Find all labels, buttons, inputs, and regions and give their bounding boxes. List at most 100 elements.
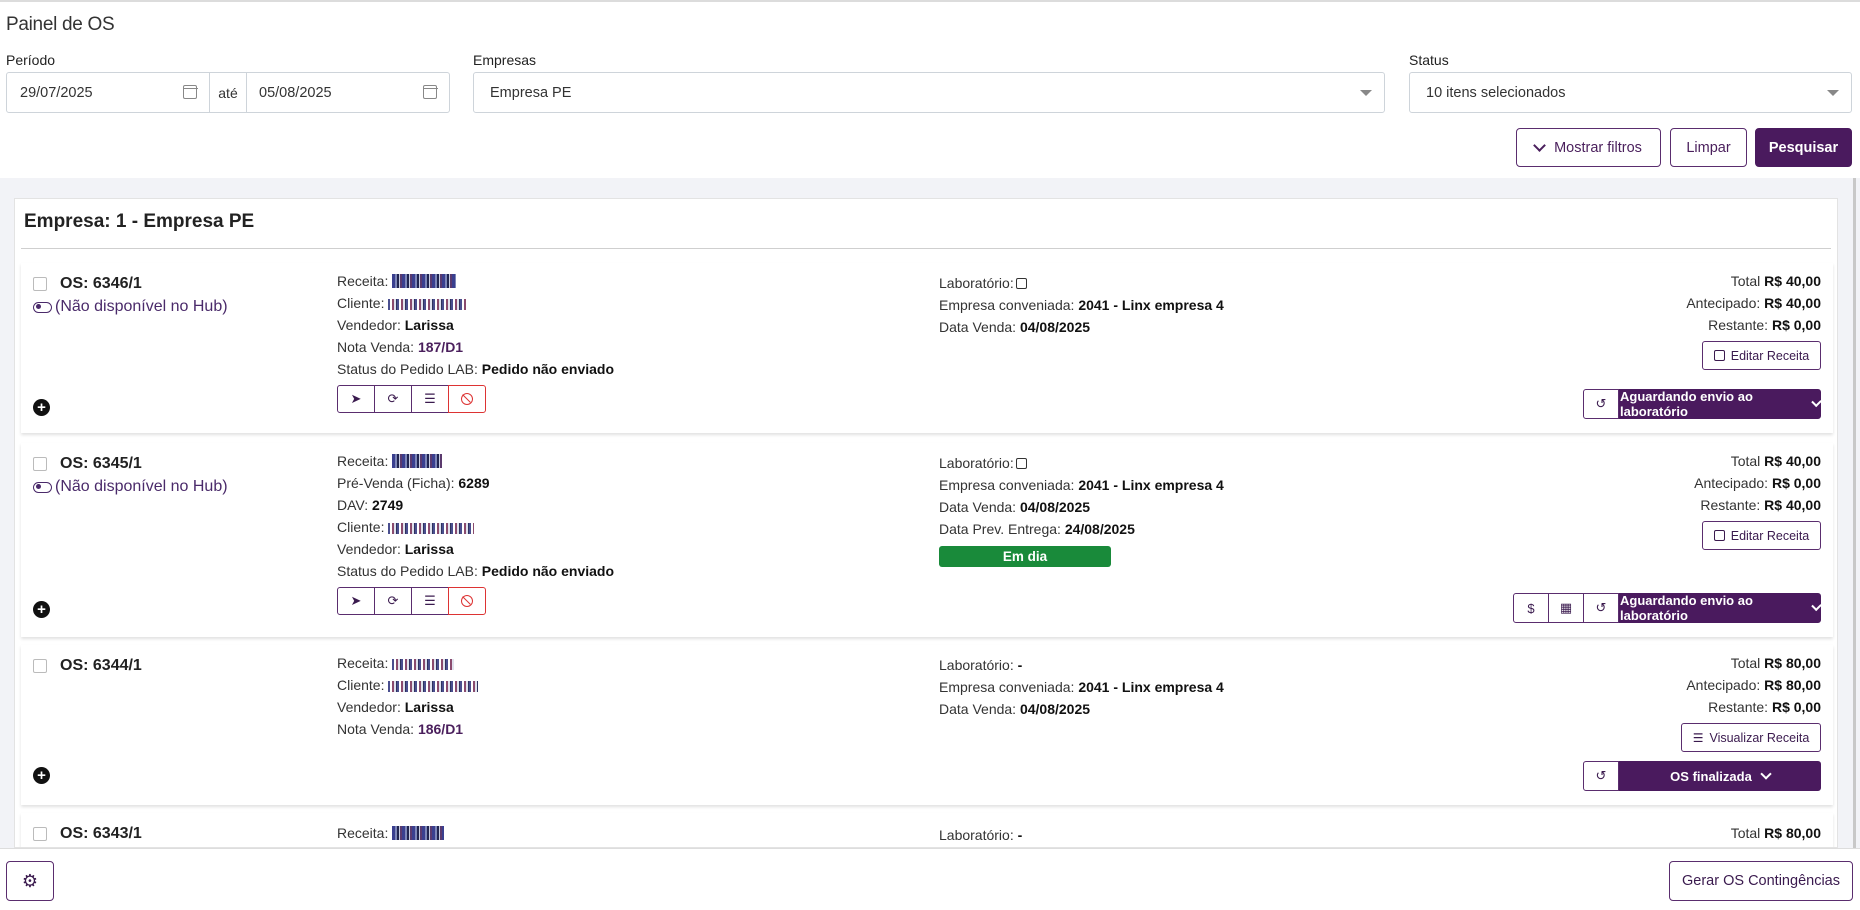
- edit-receita-label: Editar Receita: [1730, 348, 1810, 363]
- send-button[interactable]: ➤: [337, 587, 375, 615]
- gerar-os-contingencias-button[interactable]: Gerar OS Contingências: [1669, 861, 1853, 901]
- cancel-button[interactable]: [448, 587, 486, 615]
- list-icon: ☰: [424, 593, 436, 608]
- cliente-label: Cliente:: [337, 677, 385, 693]
- edit-receita-button[interactable]: Editar Receita: [1702, 341, 1821, 370]
- edit-icon: [1713, 530, 1725, 541]
- calendar-button[interactable]: ▦: [1548, 593, 1584, 623]
- history-button[interactable]: ↺: [1583, 593, 1619, 623]
- restante-line: Restante: R$ 0,00: [1708, 317, 1821, 333]
- data-venda-label: Data Venda:: [939, 319, 1017, 335]
- redacted-receita: [392, 659, 455, 670]
- status-select[interactable]: 10 itens selecionados: [1409, 72, 1852, 113]
- date-to-value: 05/08/2025: [259, 84, 332, 101]
- view-receita-button[interactable]: ☰ Visualizar Receita: [1681, 723, 1821, 752]
- vendedor-value: Larissa: [404, 317, 454, 333]
- receita-line: Receita:: [337, 825, 445, 841]
- restante-line: Restante: R$ 0,00: [1708, 699, 1821, 715]
- status-dropdown-button[interactable]: Aguardando envio ao laboratório: [1619, 593, 1822, 623]
- conv-label: Empresa conveniada:: [939, 297, 1075, 313]
- status-dropdown-button[interactable]: Aguardando envio ao laboratório: [1619, 389, 1822, 419]
- antecipado-line: Antecipado: R$ 40,00: [1686, 295, 1821, 311]
- period-label: Período: [6, 52, 56, 68]
- total-value: R$ 80,00: [1764, 825, 1821, 841]
- ban-icon: [461, 595, 473, 607]
- plus-circle-icon[interactable]: +: [33, 399, 50, 416]
- os-checkbox[interactable]: [33, 827, 47, 841]
- total-line: Total R$ 80,00: [1731, 825, 1821, 841]
- edit-receita-button[interactable]: Editar Receita: [1702, 521, 1821, 550]
- nota-link[interactable]: 186/D1: [418, 721, 463, 737]
- list-button[interactable]: ☰: [411, 587, 449, 615]
- vendedor-label: Vendedor:: [337, 541, 401, 557]
- cliente-label: Cliente:: [337, 519, 385, 535]
- redacted-cliente: [388, 299, 467, 310]
- lab-line: Laboratório: -: [939, 657, 1022, 673]
- plus-circle-icon[interactable]: +: [33, 601, 50, 618]
- send-icon: ➤: [350, 391, 362, 406]
- os-card: OS: 6345/1 (Não disponível no Hub) + Rec…: [21, 443, 1833, 637]
- chevron-down-icon: [1810, 600, 1822, 611]
- history-button[interactable]: ↺: [1583, 761, 1619, 791]
- status-group: $ ▦ ↺ Aguardando envio ao laboratório: [1513, 593, 1822, 623]
- antecipado-value: R$ 0,00: [1771, 475, 1821, 491]
- cancel-button[interactable]: [448, 385, 486, 413]
- data-venda-label: Data Venda:: [939, 499, 1017, 515]
- date-from-input[interactable]: 29/07/2025: [6, 72, 210, 113]
- calendar-icon[interactable]: [182, 85, 198, 99]
- refresh-button[interactable]: ⟳: [374, 385, 412, 413]
- vendedor-line: Vendedor: Larissa: [337, 699, 454, 715]
- history-button[interactable]: ↺: [1583, 389, 1619, 419]
- vendedor-label: Vendedor:: [337, 699, 401, 715]
- os-number: OS: 6345/1: [60, 455, 142, 472]
- vendedor-line: Vendedor: Larissa: [337, 541, 454, 557]
- nota-line: Nota Venda: 187/D1: [337, 339, 463, 355]
- data-venda-line: Data Venda: 04/08/2025: [939, 319, 1090, 335]
- search-button[interactable]: Pesquisar: [1755, 128, 1852, 167]
- total-label: Total: [1730, 825, 1761, 841]
- history-icon: ↺: [1595, 768, 1607, 783]
- empresas-select[interactable]: Empresa PE: [473, 72, 1385, 113]
- vendedor-value: Larissa: [404, 699, 454, 715]
- nota-link[interactable]: 187/D1: [418, 339, 463, 355]
- plus-circle-icon[interactable]: +: [33, 767, 50, 784]
- conv-line: Empresa conveniada: 2041 - Linx empresa …: [939, 477, 1224, 493]
- edit-icon[interactable]: [1015, 278, 1027, 289]
- redacted-cliente: [388, 523, 475, 534]
- lab-line: Laboratório:: [939, 275, 1027, 291]
- antecipado-label: Antecipado:: [1694, 475, 1769, 491]
- os-checkbox[interactable]: [33, 457, 47, 471]
- chevron-down-icon: [1533, 138, 1546, 152]
- cliente-label: Cliente:: [337, 295, 385, 311]
- settings-button[interactable]: ⚙: [6, 861, 54, 901]
- payment-button[interactable]: $: [1513, 593, 1549, 623]
- list-button[interactable]: ☰: [411, 385, 449, 413]
- clear-button[interactable]: Limpar: [1670, 128, 1747, 167]
- status-dropdown-label: Aguardando envio ao laboratório: [1620, 593, 1753, 623]
- send-button[interactable]: ➤: [337, 385, 375, 413]
- divider: [21, 248, 1831, 249]
- status-lab-label: Status do Pedido LAB:: [337, 361, 478, 377]
- lab-label: Laboratório:: [939, 657, 1014, 673]
- restante-label: Restante:: [1708, 699, 1769, 715]
- status-group: ↺ Aguardando envio ao laboratório: [1583, 389, 1822, 419]
- panel-title: Empresa: 1 - Empresa PE: [24, 211, 255, 232]
- data-venda-value: 04/08/2025: [1019, 319, 1091, 335]
- prevenda-label: Pré-Venda (Ficha):: [337, 475, 455, 491]
- scrollbar[interactable]: [1853, 178, 1856, 848]
- status-value: 10 itens selecionados: [1426, 84, 1566, 101]
- refresh-button[interactable]: ⟳: [374, 587, 412, 615]
- lab-value: -: [1017, 657, 1023, 673]
- date-to-input[interactable]: 05/08/2025: [246, 72, 450, 113]
- status-dropdown-button[interactable]: OS finalizada: [1619, 761, 1821, 791]
- antecipado-line: Antecipado: R$ 80,00: [1686, 677, 1821, 693]
- refresh-icon: ⟳: [387, 391, 399, 406]
- os-checkbox[interactable]: [33, 277, 47, 291]
- edit-icon[interactable]: [1015, 458, 1027, 469]
- conv-value: 2041 - Linx empresa 4: [1078, 297, 1224, 313]
- vendedor-label: Vendedor:: [337, 317, 401, 333]
- os-checkbox[interactable]: [33, 659, 47, 673]
- status-lab-line: Status do Pedido LAB: Pedido não enviado: [337, 361, 614, 377]
- calendar-icon[interactable]: [422, 85, 438, 99]
- show-filters-button[interactable]: Mostrar filtros: [1516, 128, 1661, 167]
